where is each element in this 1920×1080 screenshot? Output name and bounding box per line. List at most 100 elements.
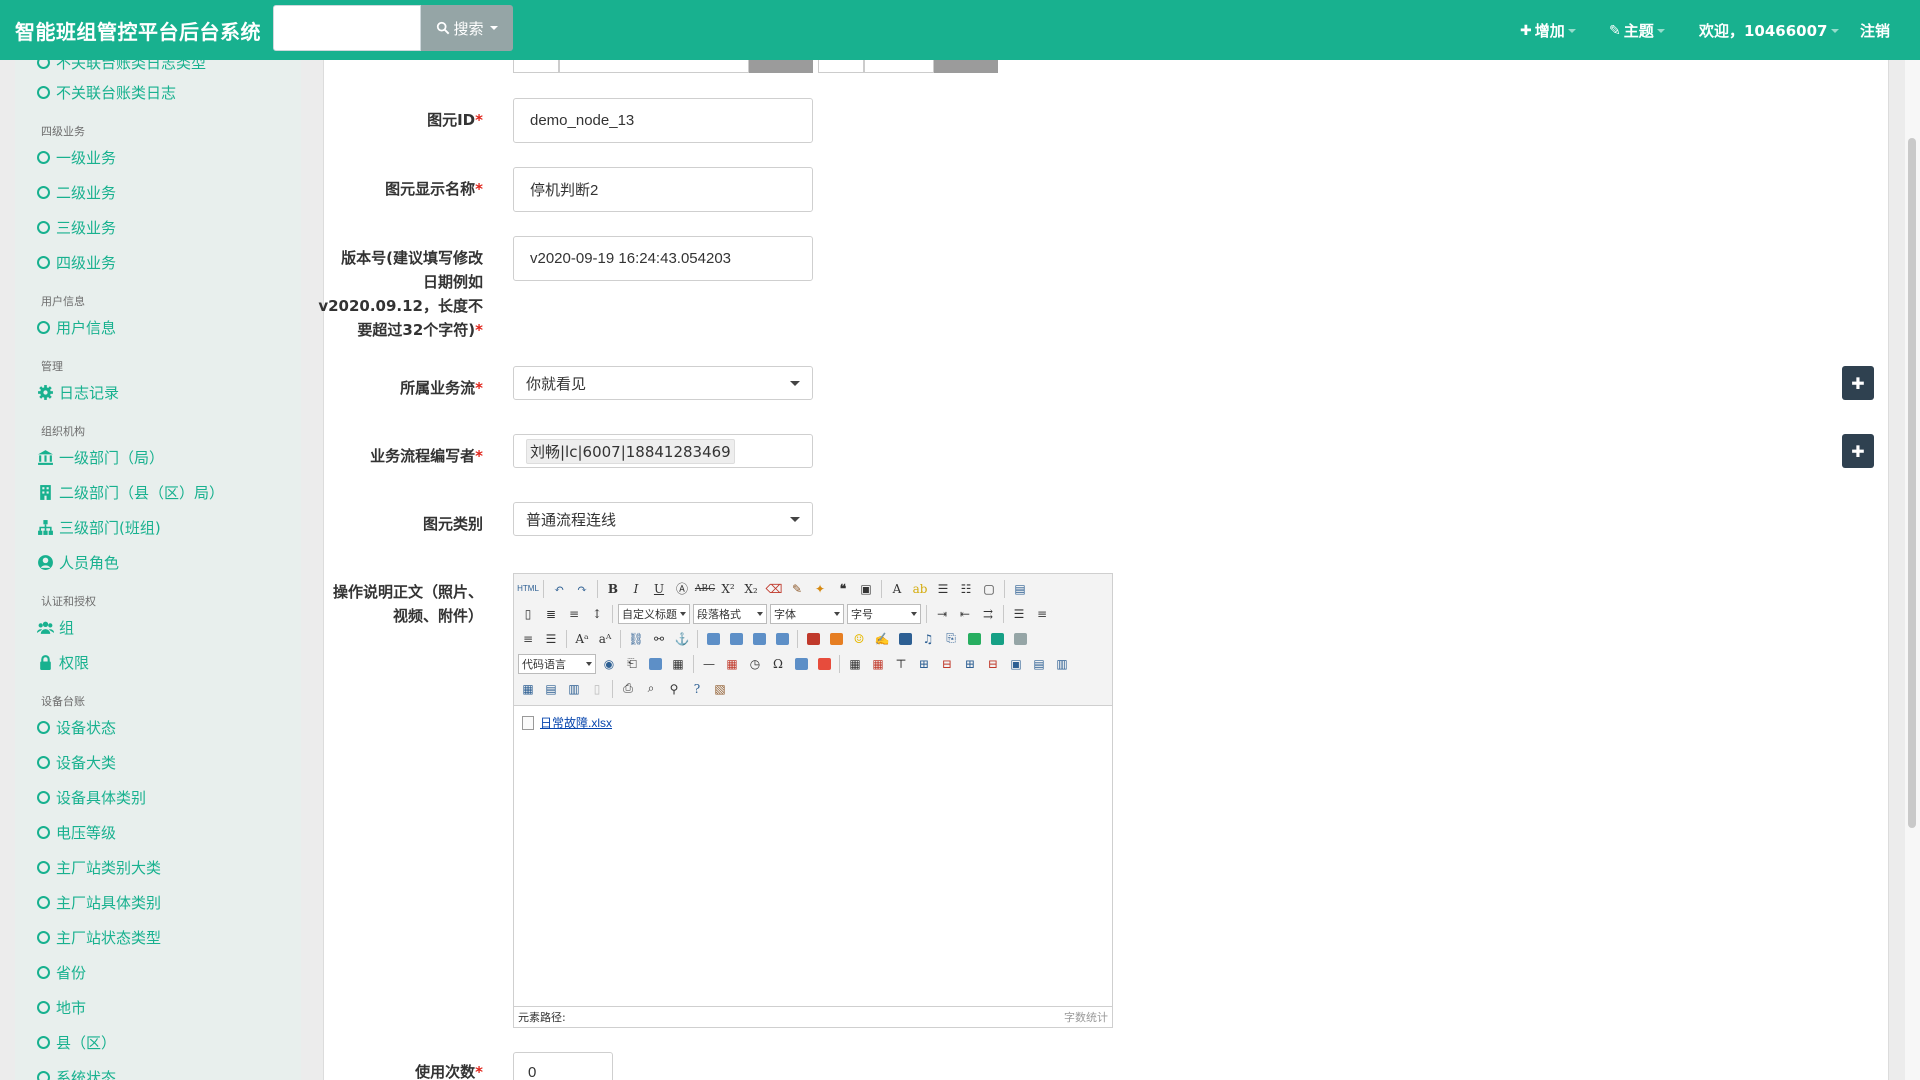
row-spacing-bottom-icon[interactable]: ≡ — [564, 604, 584, 624]
sidebar-item[interactable]: 日志记录 — [37, 382, 119, 403]
editor-content[interactable]: 日常故障.xlsx — [514, 706, 1112, 1006]
preview-icon[interactable]: ▤ — [1010, 579, 1030, 599]
format-brush-icon[interactable]: ✎ — [787, 579, 807, 599]
link-icon[interactable]: ⛓ — [626, 629, 646, 649]
cut-off-input[interactable] — [818, 60, 864, 73]
select-all-icon[interactable]: ▢ — [979, 579, 999, 599]
underline-icon[interactable]: U — [649, 579, 669, 599]
eraser-icon[interactable]: ⌫ — [764, 579, 784, 599]
map-icon[interactable] — [964, 629, 984, 649]
rich-text-editor[interactable]: HTML ↶ ↷ B I U Ⓐ ABC X² X₂ ⌫ ✎ ✦ ❝ ▣ A a… — [513, 573, 1113, 1028]
insert-table-icon[interactable]: ▦ — [845, 654, 865, 674]
align-left-icon[interactable]: ☰ — [1009, 604, 1029, 624]
align-center-icon[interactable]: ≡ — [1032, 604, 1052, 624]
sidebar-item[interactable]: 设备具体类别 — [37, 787, 146, 808]
print-icon[interactable]: ⎙ — [618, 679, 638, 699]
insert-row-icon[interactable]: ⊞ — [914, 654, 934, 674]
drafts-icon[interactable] — [814, 654, 834, 674]
split-to-cells-icon[interactable]: ▦ — [518, 679, 538, 699]
gmap-icon[interactable] — [987, 629, 1007, 649]
sidebar-item[interactable]: 主厂站状态类型 — [37, 927, 161, 948]
undo-icon[interactable]: ↶ — [549, 579, 569, 599]
cleardoc-icon[interactable]: ▯ — [518, 604, 538, 624]
template-icon[interactable] — [645, 654, 665, 674]
subscript-icon[interactable]: X₂ — [741, 579, 761, 599]
sidebar-item[interactable]: 四级业务 — [37, 252, 116, 273]
sidebar-item[interactable]: 主厂站具体类别 — [37, 892, 161, 913]
ltr-icon[interactable]: ⇥ — [932, 604, 952, 624]
font-size-select[interactable]: 字号 — [847, 603, 921, 624]
superscript-icon[interactable]: X² — [718, 579, 738, 599]
sidebar-item[interactable]: 二级业务 — [37, 182, 116, 203]
sidebar-item[interactable]: 电压等级 — [37, 822, 116, 843]
search-button[interactable]: 搜索 — [421, 5, 513, 51]
row-spacing-top-icon[interactable]: ≣ — [541, 604, 561, 624]
rtl-icon[interactable]: ⇤ — [955, 604, 975, 624]
scrawl-icon[interactable]: ✍ — [872, 629, 892, 649]
sidebar-item[interactable]: 人员角色 — [37, 552, 119, 573]
insert-code-icon[interactable]: ◉ — [599, 654, 619, 674]
add-menu[interactable]: ✚ 增加 — [1520, 20, 1576, 41]
sidebar-item[interactable]: 三级业务 — [37, 217, 116, 238]
attachment-link[interactable]: 日常故障.xlsx — [522, 714, 1104, 731]
unordered-list-icon[interactable]: ☷ — [956, 579, 976, 599]
cut-off-button[interactable] — [749, 60, 813, 73]
search-replace-icon[interactable]: ⌕ — [641, 679, 661, 699]
sidebar-item[interactable]: 组 — [37, 617, 74, 638]
sidebar-item[interactable]: 不关联台账类日志 — [37, 82, 176, 103]
autotypeset-icon[interactable]: ▧ — [710, 679, 730, 699]
add-author-button[interactable]: ✚ — [1842, 434, 1874, 468]
insert-paragraph-before-table-icon[interactable]: ⊤ — [891, 654, 911, 674]
auto-format-icon[interactable]: ✦ — [810, 579, 830, 599]
user-menu[interactable]: 欢迎，10466007 — [1699, 20, 1839, 41]
horizontal-rule-icon[interactable]: — — [699, 654, 719, 674]
sidebar-item[interactable]: 系统状态 — [37, 1067, 116, 1080]
add-flow-button[interactable]: ✚ — [1842, 366, 1874, 400]
font-color-icon[interactable]: A — [887, 579, 907, 599]
search-input[interactable] — [273, 5, 421, 51]
special-chars-icon[interactable]: Ω — [768, 654, 788, 674]
sidebar-item[interactable]: 一级部门（局） — [37, 447, 164, 468]
delete-col-icon[interactable]: ⊟ — [983, 654, 1003, 674]
redo-icon[interactable]: ↷ — [572, 579, 592, 599]
find-icon[interactable]: ⚲ — [664, 679, 684, 699]
author-tag[interactable]: 刘畅|lc|6007|18841283469 — [526, 438, 735, 464]
image-center-icon[interactable] — [772, 629, 792, 649]
logout-link[interactable]: 注销 — [1860, 20, 1890, 41]
sidebar-item[interactable]: 不关联台账类日志类型 — [37, 60, 206, 73]
sidebar-item[interactable]: 地市 — [37, 997, 86, 1018]
sidebar-item[interactable]: 二级部门（县（区）局） — [37, 482, 224, 503]
to-lowercase-icon[interactable]: aᴬ — [595, 629, 615, 649]
node-id-input[interactable]: demo_node_13 — [513, 98, 813, 143]
html-source-button[interactable]: HTML — [517, 579, 539, 599]
sidebar-item[interactable]: 县（区） — [37, 1032, 116, 1053]
sidebar-item[interactable]: 一级业务 — [37, 147, 116, 168]
unlink-icon[interactable]: ⚯ — [649, 629, 669, 649]
version-input[interactable]: v2020-09-19 16:24:43.054203 — [513, 236, 813, 281]
blockquote-icon[interactable]: ❝ — [833, 579, 853, 599]
insert-col-icon[interactable]: ⊞ — [960, 654, 980, 674]
display-name-input[interactable]: 停机判断2 — [513, 167, 813, 212]
bold-icon[interactable]: B — [603, 579, 623, 599]
date-icon[interactable]: ▦ — [722, 654, 742, 674]
music-icon[interactable]: ♫ — [918, 629, 938, 649]
sidebar-item[interactable]: 用户信息 — [37, 317, 116, 338]
paragraph-format-select[interactable]: 段落格式 — [693, 603, 767, 624]
paste-plain-icon[interactable]: ▣ — [856, 579, 876, 599]
italic-icon[interactable]: I — [626, 579, 646, 599]
flow-select[interactable]: 你就看见 — [513, 366, 813, 400]
merge-cells-icon[interactable]: ▣ — [1006, 654, 1026, 674]
split-to-cols-icon[interactable]: ▥ — [564, 679, 584, 699]
to-uppercase-icon[interactable]: Aᵃ — [572, 629, 592, 649]
cut-off-input[interactable] — [864, 60, 934, 73]
cut-off-button[interactable] — [934, 60, 998, 73]
code-language-select[interactable]: 代码语言 — [518, 653, 596, 674]
sidebar-item[interactable]: 三级部门(班组) — [37, 517, 161, 538]
emotion-icon[interactable]: ☺ — [849, 629, 869, 649]
font-family-select[interactable]: 字体 — [770, 603, 844, 624]
chart-icon[interactable]: ▯ — [587, 679, 607, 699]
background-icon[interactable]: ▦ — [668, 654, 688, 674]
sidebar-item[interactable]: 设备大类 — [37, 752, 116, 773]
author-select[interactable]: 刘畅|lc|6007|18841283469 — [513, 434, 813, 468]
merge-right-icon[interactable]: ▤ — [1029, 654, 1049, 674]
